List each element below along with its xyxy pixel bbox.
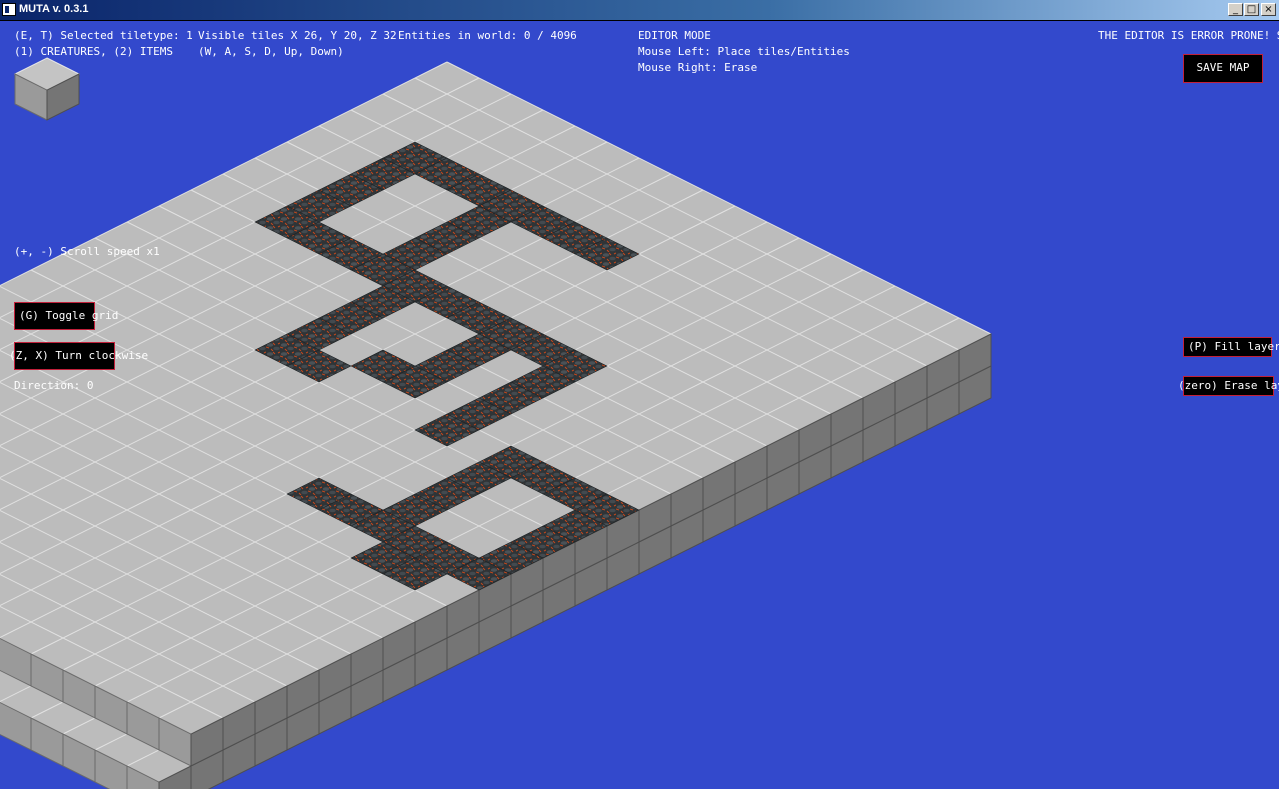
save-map-button[interactable]: SAVE MAP — [1183, 54, 1263, 83]
map-layers[interactable] — [0, 61, 992, 789]
mouse-left-hint: Mouse Left: Place tiles/Entities — [638, 45, 850, 58]
mouse-right-hint: Mouse Right: Erase — [638, 61, 758, 74]
turn-clockwise-button[interactable]: (Z, X) Turn clockwise — [9, 342, 148, 370]
toggle-grid-button[interactable]: (G) Toggle grid — [14, 302, 118, 330]
erase-layer-button[interactable]: (zero) Erase layer — [1178, 376, 1279, 396]
categories-label: (1) CREATURES, (2) ITEMS — [14, 45, 173, 58]
selected-tile-preview-icon — [13, 57, 81, 121]
visible-tiles-label: Visible tiles X 26, Y 20, Z 32 — [198, 29, 397, 42]
editor-warning: THE EDITOR IS ERROR PRONE! SAVE C — [1098, 29, 1279, 42]
direction-label: Direction: 0 — [14, 379, 94, 392]
isometric-world-view[interactable] — [0, 0, 1279, 789]
scroll-speed-label: (+, -) Scroll speed x1 — [14, 245, 160, 258]
fill-layer-button[interactable]: (P) Fill layer — [1183, 337, 1279, 357]
upper-layer[interactable] — [0, 61, 992, 767]
move-keys-label: (W, A, S, D, Up, Down) — [198, 45, 344, 58]
editor-mode-label: EDITOR MODE — [638, 29, 711, 42]
selected-tiletype-label: (E, T) Selected tiletype: 1 — [14, 29, 193, 42]
entities-count-label: Entities in world: 0 / 4096 — [398, 29, 577, 42]
